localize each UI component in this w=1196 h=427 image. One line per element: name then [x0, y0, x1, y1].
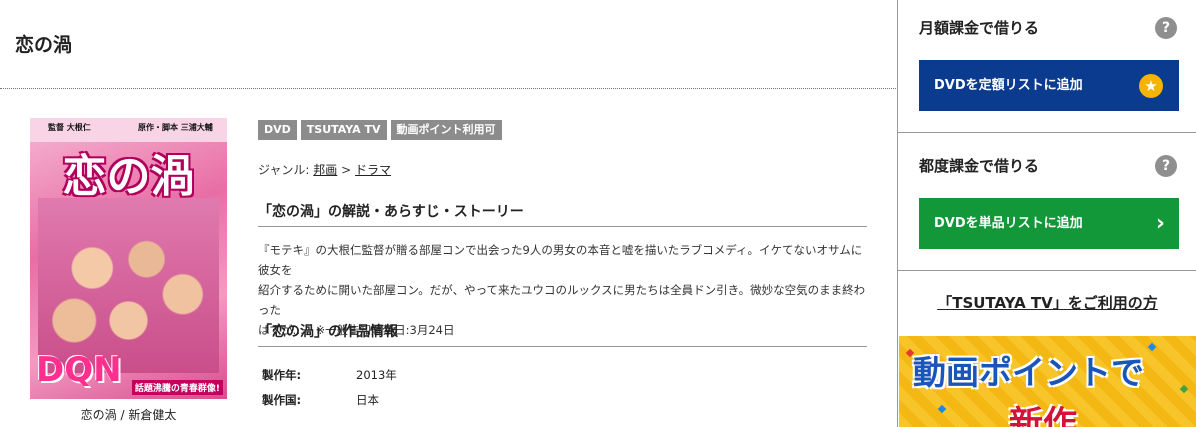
monthly-help-icon[interactable]: ? — [1155, 17, 1177, 39]
add-to-monthly-list-label: DVDを定額リストに追加 — [934, 78, 1083, 93]
badge-video-points: 動画ポイント利用可 — [390, 120, 502, 140]
tsutaya-tv-link[interactable]: 「TSUTAYA TV」をご利用の方 — [898, 292, 1196, 313]
main-content: 恋の渦 監督 大根仁 原作・脚本 三浦大輔 恋の渦 DQN 話題沸騰の青春群像!… — [0, 0, 896, 427]
confetti-decoration — [1147, 342, 1157, 352]
per-rental-help-icon[interactable]: ? — [1155, 155, 1177, 177]
jacket-caption: 恋の渦 / 新倉健太 — [80, 408, 177, 422]
banner-headline: 動画ポイントで — [913, 353, 1144, 392]
info-heading: 「恋の渦」の作品情報 — [258, 324, 398, 340]
sidebar-divider — [898, 132, 1196, 133]
synopsis-divider — [258, 226, 867, 227]
info-row-year: 製作年: 2013年 — [262, 367, 397, 383]
format-badges: DVD TSUTAYA TV 動画ポイント利用可 — [258, 120, 502, 140]
add-to-single-list-label: DVDを単品リストに追加 — [934, 216, 1083, 231]
genre-separator: > — [341, 163, 352, 177]
banner-subheadline: 新作 — [1009, 404, 1077, 427]
star-icon: ★ — [1139, 74, 1163, 98]
title-divider — [0, 88, 896, 89]
confetti-decoration — [937, 404, 947, 414]
info-divider — [258, 346, 867, 347]
jacket-credit-right: 原作・脚本 三浦大輔 — [138, 123, 213, 132]
page-title: 恋の渦 — [15, 34, 73, 56]
badge-tsutaya-tv: TSUTAYA TV — [300, 120, 387, 140]
info-value: 日本 — [356, 393, 379, 407]
per-rental-heading: 都度課金で借りる — [919, 157, 1040, 175]
info-key: 製作国: — [262, 393, 302, 407]
genre-label: ジャンル: — [258, 163, 310, 177]
monthly-heading: 月額課金で借りる — [919, 19, 1040, 37]
genre-breadcrumb: ジャンル: 邦画 > ドラマ — [258, 161, 391, 178]
add-to-single-list-button[interactable]: DVDを単品リストに追加 › — [919, 198, 1179, 249]
dvd-jacket-image[interactable]: 監督 大根仁 原作・脚本 三浦大輔 恋の渦 DQN 話題沸騰の青春群像! — [30, 118, 227, 399]
badge-dvd: DVD — [258, 120, 297, 140]
jacket-logo: DQN — [36, 350, 122, 390]
video-points-banner[interactable]: 動画ポイントで 新作 — [899, 336, 1196, 427]
jacket-tagline: 話題沸騰の青春群像! — [131, 380, 223, 395]
synopsis-line: 『モテキ』の大根仁監督が贈る部屋コンで出会った9人の男女の本音と嘘を描いたラブコ… — [258, 243, 863, 277]
jacket-cast-photo — [38, 198, 219, 373]
sidebar-divider — [898, 270, 1196, 271]
jacket-credit-left: 監督 大根仁 — [48, 123, 91, 132]
genre-link-hougaku[interactable]: 邦画 — [313, 163, 337, 177]
rental-sidebar: 月額課金で借りる ? DVDを定額リストに追加 ★ 都度課金で借りる ? DVD… — [897, 0, 1196, 427]
chevron-right-icon: › — [1155, 211, 1165, 236]
info-value: 2013年 — [356, 368, 397, 382]
synopsis-line: 紹介するために開いた部屋コン。だが、やって来たユウコのルックスに男たちは全員ドン… — [258, 283, 866, 317]
genre-link-drama[interactable]: ドラマ — [355, 163, 391, 177]
synopsis-heading: 「恋の渦」の解説・あらすじ・ストーリー — [258, 204, 524, 220]
info-key: 製作年: — [262, 368, 302, 382]
add-to-monthly-list-button[interactable]: DVDを定額リストに追加 ★ — [919, 60, 1179, 111]
jacket-title-art: 恋の渦 — [62, 151, 195, 202]
info-row-country: 製作国: 日本 — [262, 392, 379, 408]
confetti-decoration — [1179, 384, 1189, 394]
